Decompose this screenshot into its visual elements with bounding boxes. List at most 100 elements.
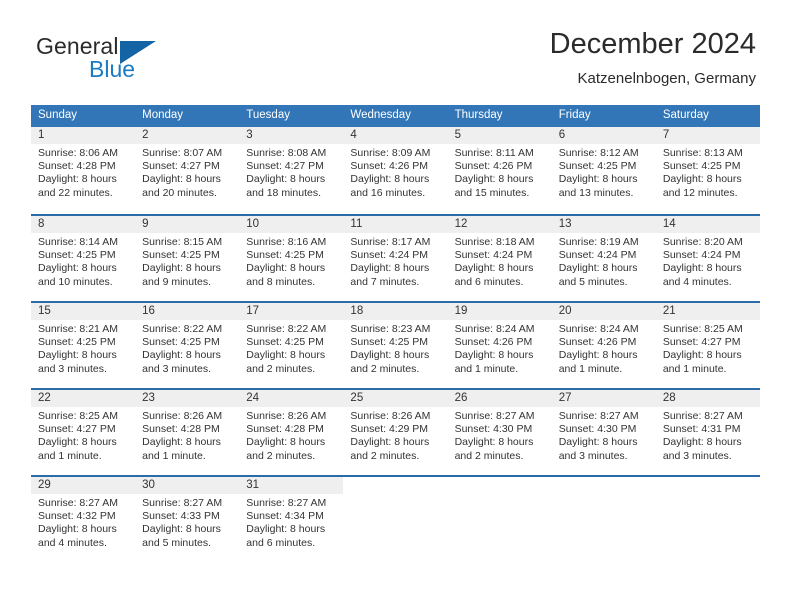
- sunrise-text: Sunrise: 8:16 AM: [246, 236, 327, 248]
- calendar-week-row: 15 Sunrise: 8:21 AM Sunset: 4:25 PM Dayligh…: [31, 301, 760, 388]
- calendar-day-cell[interactable]: 13 Sunrise: 8:19 AM Sunset: 4:24 PM Dayligh…: [551, 216, 656, 301]
- sunset-text: Sunset: 4:29 PM: [350, 423, 429, 436]
- daylight-text-line1: Daylight: 8 hours: [246, 436, 326, 449]
- sunset-text: Sunset: 4:27 PM: [246, 160, 324, 173]
- daylight-text-line2: and 5 minutes.: [558, 275, 628, 288]
- daylight-text-line2: and 2 minutes.: [246, 362, 316, 375]
- sunrise-text: Sunrise: 8:22 AM: [246, 323, 327, 335]
- calendar-day-cell[interactable]: 3 Sunrise: 8:08 AM Sunset: 4:27 PM Daylight…: [239, 127, 344, 214]
- sunset-text: Sunset: 4:32 PM: [38, 510, 116, 523]
- day-details: Sunrise: 8:06 AM Sunset: 4:28 PM Daylight:…: [31, 144, 135, 200]
- day-number: 9: [135, 216, 240, 233]
- daylight-text-line1: Daylight: 8 hours: [662, 349, 742, 362]
- day-details: Sunrise: 8:23 AM Sunset: 4:25 PM Daylight:…: [343, 320, 447, 376]
- sunset-text: Sunset: 4:28 PM: [246, 423, 324, 436]
- calendar-day-cell[interactable]: 2 Sunrise: 8:07 AM Sunset: 4:27 PM Daylight…: [135, 127, 240, 214]
- calendar-day-cell[interactable]: 29 Sunrise: 8:27 AM Sunset: 4:32 PM Dayligh…: [31, 477, 136, 562]
- calendar-day-cell[interactable]: 1 Sunrise: 8:06 AM Sunset: 4:28 PM Daylight…: [31, 127, 136, 214]
- daylight-text-line2: and 15 minutes.: [454, 186, 530, 199]
- calendar-day-cell[interactable]: 23 Sunrise: 8:26 AM Sunset: 4:28 PM Dayligh…: [135, 390, 240, 475]
- calendar-day-cell[interactable]: 16 Sunrise: 8:22 AM Sunset: 4:25 PM Dayligh…: [135, 303, 240, 388]
- calendar-day-cell[interactable]: 22 Sunrise: 8:25 AM Sunset: 4:27 PM Dayligh…: [31, 390, 136, 475]
- day-details: Sunrise: 8:25 AM Sunset: 4:27 PM Daylight:…: [31, 407, 135, 463]
- calendar-day-cell[interactable]: 31 Sunrise: 8:27 AM Sunset: 4:34 PM Dayligh…: [239, 477, 344, 562]
- calendar-day-cell[interactable]: 9 Sunrise: 8:15 AM Sunset: 4:25 PM Daylight…: [135, 216, 240, 301]
- day-number: 11: [343, 216, 448, 233]
- sunrise-text: Sunrise: 8:27 AM: [246, 497, 327, 509]
- day-details: Sunrise: 8:26 AM Sunset: 4:28 PM Daylight:…: [135, 407, 239, 463]
- sunset-text: Sunset: 4:31 PM: [662, 423, 741, 436]
- day-number: [656, 477, 760, 494]
- calendar-day-cell[interactable]: 5 Sunrise: 8:11 AM Sunset: 4:26 PM Daylight…: [447, 127, 552, 214]
- weekday-header-friday: Friday: [558, 109, 591, 121]
- calendar-page: General Blue December 2024 Katzenelnboge…: [0, 0, 792, 612]
- sunrise-text: Sunrise: 8:13 AM: [662, 147, 743, 159]
- calendar-day-cell[interactable]: 18 Sunrise: 8:23 AM Sunset: 4:25 PM Dayligh…: [343, 303, 448, 388]
- calendar-day-cell[interactable]: 20 Sunrise: 8:24 AM Sunset: 4:26 PM Dayligh…: [551, 303, 656, 388]
- day-details: Sunrise: 8:19 AM Sunset: 4:24 PM Daylight:…: [552, 233, 656, 289]
- daylight-text-line1: Daylight: 8 hours: [558, 349, 638, 362]
- daylight-text-line1: Daylight: 8 hours: [246, 173, 326, 186]
- daylight-text-line2: and 4 minutes.: [38, 536, 107, 549]
- weekday-header-tuesday: Tuesday: [246, 109, 290, 121]
- day-details: Sunrise: 8:22 AM Sunset: 4:25 PM Daylight:…: [135, 320, 239, 376]
- daylight-text-line1: Daylight: 8 hours: [38, 523, 117, 536]
- day-details: Sunrise: 8:07 AM Sunset: 4:27 PM Daylight:…: [135, 144, 239, 200]
- calendar-day-cell[interactable]: 21 Sunrise: 8:25 AM Sunset: 4:27 PM Dayligh…: [655, 303, 760, 388]
- daylight-text-line1: Daylight: 8 hours: [142, 262, 221, 275]
- day-number: 30: [135, 477, 240, 494]
- daylight-text-line1: Daylight: 8 hours: [38, 349, 117, 362]
- daylight-text-line2: and 2 minutes.: [350, 362, 420, 375]
- daylight-text-line2: and 1 minute.: [142, 449, 206, 462]
- day-details: Sunrise: 8:27 AM Sunset: 4:33 PM Daylight:…: [135, 494, 239, 550]
- sunset-text: Sunset: 4:27 PM: [38, 423, 116, 436]
- calendar-day-cell[interactable]: 12 Sunrise: 8:18 AM Sunset: 4:24 PM Dayligh…: [447, 216, 552, 301]
- daylight-text-line2: and 2 minutes.: [350, 449, 420, 462]
- weekday-header-thursday: Thursday: [454, 109, 503, 121]
- calendar-day-cell[interactable]: 10 Sunrise: 8:16 AM Sunset: 4:25 PM Dayligh…: [239, 216, 344, 301]
- daylight-text-line2: and 5 minutes.: [142, 536, 212, 549]
- sunrise-text: Sunrise: 8:19 AM: [558, 236, 639, 248]
- day-number: 16: [135, 303, 240, 320]
- calendar-day-cell[interactable]: 4 Sunrise: 8:09 AM Sunset: 4:26 PM Daylight…: [343, 127, 448, 214]
- daylight-text-line1: Daylight: 8 hours: [662, 262, 742, 275]
- sunrise-text: Sunrise: 8:27 AM: [142, 497, 223, 509]
- calendar-day-cell[interactable]: 17 Sunrise: 8:22 AM Sunset: 4:25 PM Dayligh…: [239, 303, 344, 388]
- sunrise-text: Sunrise: 8:25 AM: [38, 410, 118, 422]
- day-number: 21: [655, 303, 760, 320]
- daylight-text-line2: and 3 minutes.: [558, 449, 628, 462]
- day-details: Sunrise: 8:27 AM Sunset: 4:34 PM Daylight:…: [239, 494, 343, 550]
- calendar-day-cell[interactable]: 24 Sunrise: 8:26 AM Sunset: 4:28 PM Dayligh…: [239, 390, 344, 475]
- general-blue-logo[interactable]: General Blue: [36, 33, 216, 87]
- page-subtitle-location: Katzenelnbogen, Germany: [577, 70, 756, 87]
- sunrise-text: Sunrise: 8:22 AM: [142, 323, 223, 335]
- sunset-text: Sunset: 4:30 PM: [454, 423, 533, 436]
- calendar-day-cell[interactable]: 7 Sunrise: 8:13 AM Sunset: 4:25 PM Daylight…: [655, 127, 760, 214]
- day-details: Sunrise: 8:11 AM Sunset: 4:26 PM Daylight:…: [448, 144, 552, 200]
- sunset-text: Sunset: 4:26 PM: [558, 336, 637, 349]
- day-number: [343, 477, 447, 494]
- calendar-day-cell[interactable]: 15 Sunrise: 8:21 AM Sunset: 4:25 PM Dayligh…: [31, 303, 136, 388]
- daylight-text-line1: Daylight: 8 hours: [142, 173, 221, 186]
- calendar-day-cell[interactable]: 11 Sunrise: 8:17 AM Sunset: 4:24 PM Dayligh…: [343, 216, 448, 301]
- calendar-day-cell[interactable]: 25 Sunrise: 8:26 AM Sunset: 4:29 PM Dayligh…: [343, 390, 448, 475]
- calendar-day-cell[interactable]: 30 Sunrise: 8:27 AM Sunset: 4:33 PM Dayligh…: [135, 477, 240, 562]
- sunset-text: Sunset: 4:28 PM: [142, 423, 220, 436]
- day-number: 28: [655, 390, 760, 407]
- calendar-day-cell[interactable]: 27 Sunrise: 8:27 AM Sunset: 4:30 PM Dayligh…: [551, 390, 656, 475]
- sunset-text: Sunset: 4:27 PM: [142, 160, 220, 173]
- calendar-day-cell[interactable]: 8 Sunrise: 8:14 AM Sunset: 4:25 PM Daylight…: [31, 216, 136, 301]
- daylight-text-line2: and 16 minutes.: [350, 186, 426, 199]
- calendar-day-cell[interactable]: 6 Sunrise: 8:12 AM Sunset: 4:25 PM Daylight…: [551, 127, 656, 214]
- day-details: Sunrise: 8:27 AM Sunset: 4:32 PM Daylight:…: [31, 494, 135, 550]
- day-details: Sunrise: 8:13 AM Sunset: 4:25 PM Daylight:…: [656, 144, 760, 200]
- calendar-day-cell[interactable]: 28 Sunrise: 8:27 AM Sunset: 4:31 PM Dayligh…: [655, 390, 760, 475]
- sunrise-text: Sunrise: 8:14 AM: [38, 236, 118, 248]
- day-details: Sunrise: 8:09 AM Sunset: 4:26 PM Daylight:…: [343, 144, 447, 200]
- calendar-day-cell[interactable]: 19 Sunrise: 8:24 AM Sunset: 4:26 PM Dayligh…: [447, 303, 552, 388]
- daylight-text-line1: Daylight: 8 hours: [142, 436, 221, 449]
- calendar-day-cell[interactable]: 14 Sunrise: 8:20 AM Sunset: 4:24 PM Dayligh…: [655, 216, 760, 301]
- calendar-week-row: 8 Sunrise: 8:14 AM Sunset: 4:25 PM Daylight…: [31, 214, 760, 301]
- day-details: Sunrise: 8:08 AM Sunset: 4:27 PM Daylight:…: [239, 144, 343, 200]
- calendar-day-cell[interactable]: 26 Sunrise: 8:27 AM Sunset: 4:30 PM Dayligh…: [447, 390, 552, 475]
